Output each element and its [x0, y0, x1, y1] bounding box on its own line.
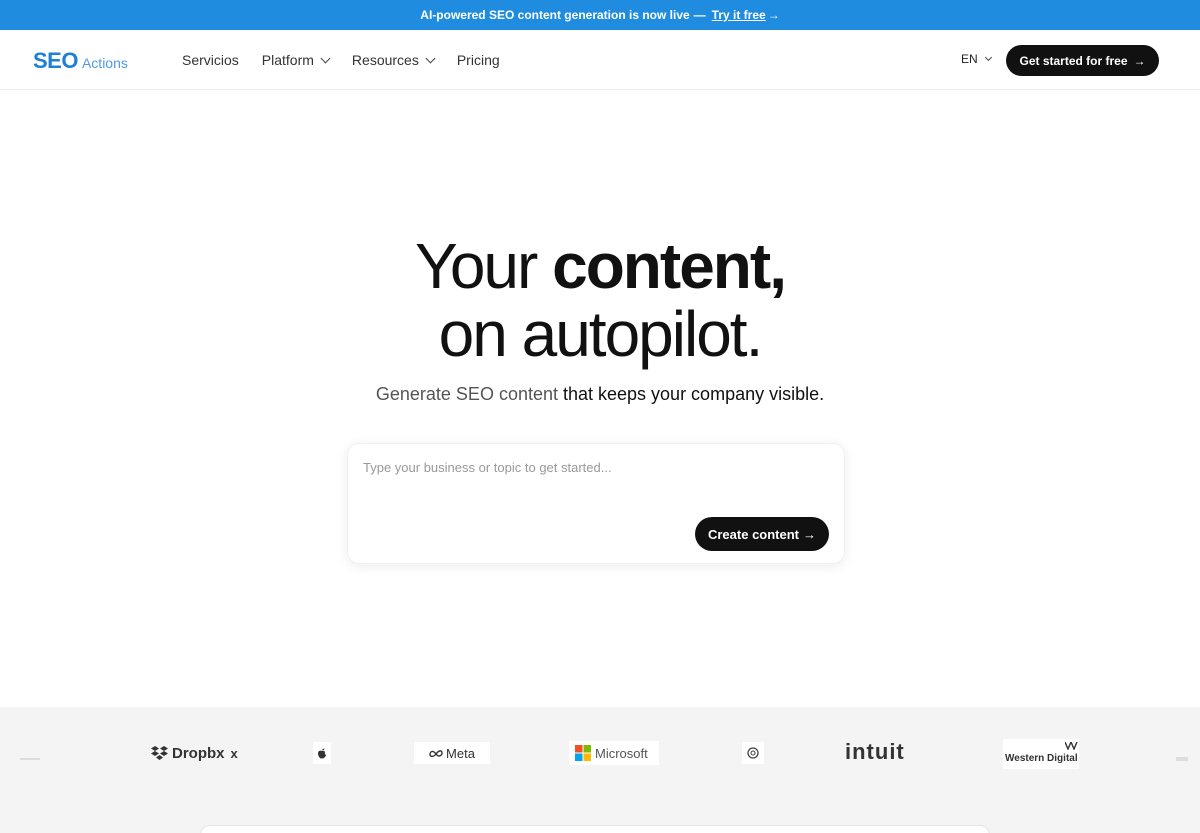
customer-logos-band: Dropbx x Meta Microsoft intuit Western D… [0, 707, 1200, 833]
meta-icon [429, 750, 443, 757]
announcement-bar: AI-powered SEO content generation is now… [0, 0, 1200, 30]
hero-line1-normal: Your [415, 230, 553, 302]
logo-bold-text: SEO [33, 48, 78, 73]
faded-logo [1176, 747, 1188, 771]
openai-icon [747, 747, 759, 759]
arrow-right-icon: → [803, 526, 817, 542]
microsoft-logo: Microsoft [569, 741, 659, 765]
hero-line1-bold: content, [552, 230, 787, 302]
announcement-text: AI-powered SEO content generation is now… [420, 8, 690, 22]
main-menu: Servicios Platform Resources Pricing [182, 30, 523, 90]
nav-item-platform[interactable]: Platform [261, 52, 331, 68]
topic-input[interactable] [363, 460, 823, 500]
try-it-free-link[interactable]: Try it free [712, 8, 766, 22]
nav-item-resources[interactable]: Resources [351, 52, 436, 68]
chevron-down-icon [984, 53, 992, 62]
faded-logo [20, 747, 40, 771]
intuit-wordmark: intuit [845, 739, 905, 764]
subtitle-muted: Generate SEO content [375, 384, 558, 404]
western-digital-icon [1065, 742, 1078, 750]
language-label: EN [961, 52, 978, 66]
openai-logo [742, 742, 764, 764]
meta-logo: Meta [414, 742, 490, 764]
microsoft-icon [575, 745, 591, 761]
nav-item-servicios[interactable]: Servicios [182, 52, 239, 68]
faded-logo-icon [20, 758, 40, 760]
create-content-label: Create content [707, 526, 800, 542]
hero-line2: on autopilot. [438, 298, 764, 370]
intuit-logo: intuit [845, 739, 905, 764]
hero-title: Your content, on autopilot. [0, 232, 1200, 368]
chevron-down-icon [320, 53, 331, 63]
microsoft-wordmark: Microsoft [595, 745, 648, 761]
create-content-button[interactable]: Create content → [695, 517, 829, 551]
hero-heading: Your content, on autopilot. [0, 232, 1200, 368]
cta-label: Get started for free [1019, 53, 1128, 68]
top-navigation: SEO Actions Servicios Platform Resources… [0, 30, 1200, 90]
dropbox-logo: Dropbx x [151, 741, 238, 765]
dropbox-icon [151, 746, 168, 760]
seo-actions-logo[interactable]: SEO Actions [33, 48, 128, 74]
hero-subtitle: Generate SEO content that keeps your com… [0, 384, 1200, 405]
next-section-card [200, 825, 990, 833]
announcement-dash: — [693, 8, 706, 22]
faded-logo-icon [1176, 757, 1188, 761]
apple-logo [313, 742, 331, 764]
subtitle-dark: that keeps your company visible. [557, 384, 825, 404]
meta-wordmark: Meta [446, 745, 475, 761]
apple-icon [318, 748, 326, 759]
nav-item-label: Platform [261, 52, 314, 68]
dropbox-suffix: x [230, 745, 238, 761]
western-digital-logo: Western Digital [1003, 739, 1079, 769]
arrow-right-icon: → [767, 8, 780, 22]
chevron-down-icon [425, 53, 436, 63]
arrow-right-icon: → [1133, 53, 1146, 68]
dropbox-wordmark: Dropbx [172, 744, 225, 762]
nav-item-label: Servicios [182, 52, 239, 68]
nav-item-pricing[interactable]: Pricing [457, 52, 500, 68]
logo-light-text: Actions [81, 55, 128, 71]
nav-item-label: Resources [351, 52, 419, 68]
get-started-button[interactable]: Get started for free → [1006, 45, 1159, 76]
nav-item-label: Pricing [456, 52, 500, 68]
prompt-card: Create content → [347, 443, 845, 564]
language-selector[interactable]: EN [961, 52, 992, 66]
western-digital-wordmark: Western Digital [1005, 753, 1078, 764]
